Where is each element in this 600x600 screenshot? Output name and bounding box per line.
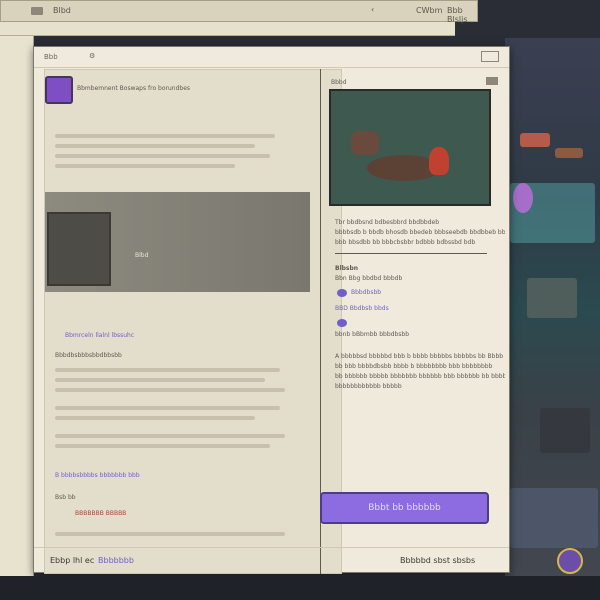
browser-tab-strip bbox=[0, 22, 455, 36]
menu-icon[interactable] bbox=[31, 7, 43, 15]
game-title: Bbmbemnent Boswaps fro borundbes bbox=[77, 85, 191, 92]
paragraph-line: bb bbb bbbbdbsbb bbbb b bbbbbbbb bbb bbb… bbox=[335, 363, 493, 370]
description-line: Tbr bbdbsnd bdbesbbrd bbdbbdeb bbox=[335, 219, 440, 226]
description-line: bbb bbsdbb bb bbbcbsbbr bdbbb bdbssbd bd… bbox=[335, 239, 476, 246]
meta-item: Bbn Bbg bbdbd bbbdb bbox=[335, 275, 403, 282]
arcade-machine-icon bbox=[47, 212, 111, 286]
avatar-badge-icon[interactable] bbox=[557, 548, 583, 574]
window-header-label: Bbb bbox=[44, 53, 58, 61]
meta-link[interactable]: Bbbdbsbb bbox=[351, 289, 381, 297]
meta-link[interactable]: BBD Bbdbsb bbds bbox=[335, 305, 389, 313]
chat-icon bbox=[337, 319, 347, 327]
browser-top-bar: Blbd ‹ CWbm Bbb Blsljs bbox=[0, 0, 478, 24]
meta-item: bbnb bBbmbb bbbdbsbb bbox=[335, 331, 410, 338]
category-link[interactable]: B bbbbsbbbbs bbbbbbb bbb bbox=[55, 472, 140, 480]
description-line: bbbbsdb b bbdb bhosdb bbedeb bbbseebdb b… bbox=[335, 229, 505, 236]
close-icon[interactable] bbox=[486, 77, 498, 85]
settings-icon[interactable]: ⚙ bbox=[89, 52, 95, 60]
section-title: Blbsbn bbox=[335, 265, 359, 272]
paragraph-line: A bbbbbsd bbbbbd bbb b bbbb bbbbbs bbbbb… bbox=[335, 353, 504, 360]
back-icon[interactable]: ‹ bbox=[371, 5, 374, 14]
footer-left-link[interactable]: Bbbbbbb bbox=[98, 556, 134, 565]
window-footer: Ebbp lhl ec Bbbbbbb Bbbbbd sbst sbsbs bbox=[34, 547, 509, 574]
paragraph-line: bb bbbbbb bbbbb bbbbbbb bbbbbb bbb bbbbb… bbox=[335, 373, 505, 380]
game-screenshot: Blbd bbox=[45, 192, 310, 292]
read-more-link[interactable]: Bbmrceln llalnl lbssuhc bbox=[65, 332, 134, 340]
left-sidebar-strip bbox=[0, 36, 34, 576]
left-heading: Bbbdbsbbbsbbdbbsbb bbox=[55, 352, 122, 359]
footer-left-label: Ebbp lhl ec bbox=[50, 556, 95, 565]
tag-badge[interactable]: BBBBBBB BBBBB bbox=[75, 510, 126, 518]
screenshot-caption: Blbd bbox=[135, 252, 149, 259]
paragraph-line: bbbbbbbbbbbb bbbbb bbox=[335, 383, 402, 390]
game-logo-icon bbox=[45, 76, 73, 104]
top-bar-link-1[interactable]: CWbm bbox=[416, 6, 442, 15]
game-preview-image[interactable] bbox=[329, 89, 491, 206]
top-bar-label: Blbd bbox=[53, 6, 71, 15]
game-background-scene bbox=[505, 38, 600, 578]
window-header: Bbb ⚙ bbox=[34, 47, 509, 68]
controller-icon bbox=[337, 289, 347, 297]
taskbar bbox=[0, 576, 600, 600]
footer-right-label: Bbbbbd sbst sbsbs bbox=[400, 556, 476, 565]
game-info-panel: Bbmbemnent Boswaps fro borundbes Blbd Bb… bbox=[44, 69, 342, 574]
game-detail-window: Bbb ⚙ Bbmbemnent Boswaps fro borundbes B… bbox=[33, 46, 510, 574]
preview-label: Bbbd bbox=[331, 79, 347, 86]
tag-label: Bsb bb bbox=[55, 494, 76, 501]
expand-icon[interactable] bbox=[481, 51, 499, 62]
play-button[interactable]: Bbbt bb bbbbbb bbox=[320, 492, 489, 524]
